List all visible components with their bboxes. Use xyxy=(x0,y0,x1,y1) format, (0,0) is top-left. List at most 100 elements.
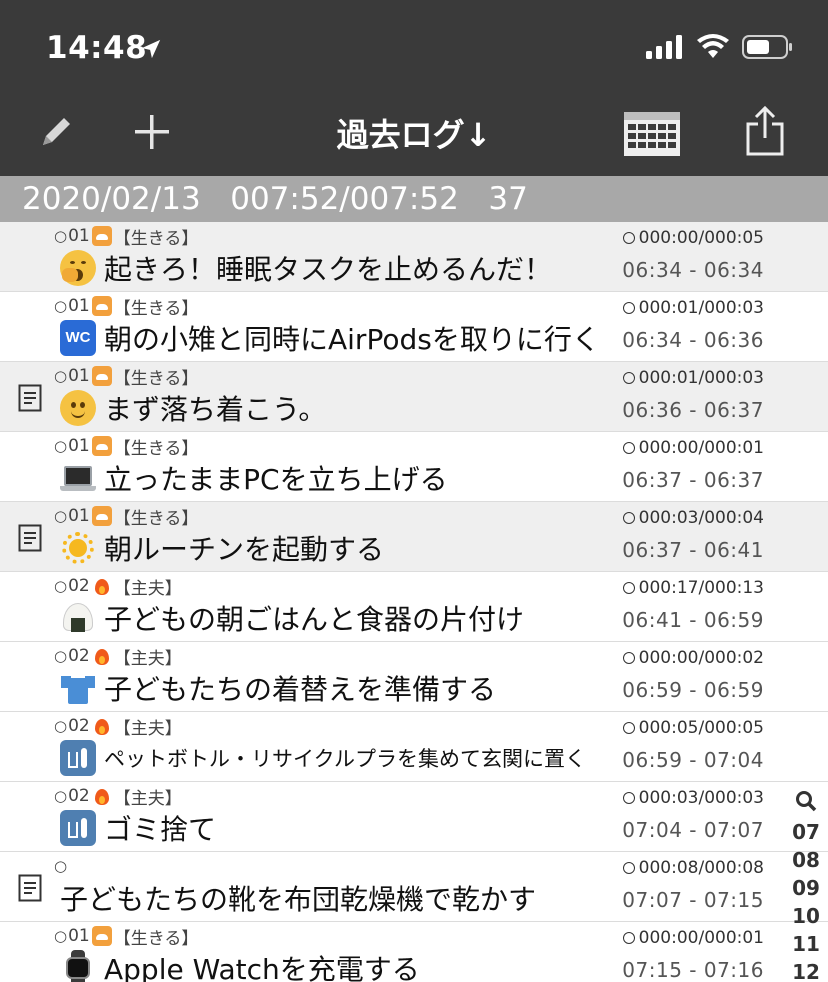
share-icon[interactable] xyxy=(744,106,786,156)
clock-circle-icon xyxy=(622,582,635,594)
side-index-hour[interactable]: 12 xyxy=(788,958,824,982)
task-title-line: 朝ルーチンを起動する xyxy=(60,528,384,568)
repeat-marker: ○ xyxy=(54,857,68,875)
task-duration: 000:05/000:05 xyxy=(622,718,764,738)
duration-text: 000:03/000:04 xyxy=(638,508,764,528)
task-level: 01 xyxy=(68,926,90,946)
duration-text: 000:00/000:05 xyxy=(638,228,764,248)
task-title: ゴミ捨て xyxy=(104,813,217,846)
status-indicators xyxy=(646,34,794,60)
clock-circle-icon xyxy=(622,442,635,454)
calendar-icon[interactable] xyxy=(622,108,682,158)
task-title-line: 子どもの朝ごはんと食器の片付け xyxy=(60,598,524,638)
duration-text: 000:08/000:08 xyxy=(638,858,764,878)
clock-circle-icon xyxy=(622,862,635,874)
task-duration: 000:00/000:05 xyxy=(622,228,764,248)
task-meta: ○ 02 【主夫】 xyxy=(54,574,182,599)
repeat-marker: ○ xyxy=(54,507,68,525)
side-index-hour[interactable]: 08 xyxy=(788,846,824,874)
task-row[interactable]: ○ 02 【主夫】ゴミ捨て 000:03/000:03 07:04 - 07:07 xyxy=(0,782,828,852)
task-title: 起きろ！睡眠タスクを止めるんだ！ xyxy=(104,253,553,286)
repeat-marker: ○ xyxy=(54,227,68,245)
task-title: 子どもたちの靴を布団乾燥機で乾かす xyxy=(60,883,537,916)
task-title-line: まず落ち着こう。 xyxy=(60,388,326,428)
task-meta: ○ 01 【生きる】 xyxy=(54,924,199,949)
duration-text: 000:17/000:13 xyxy=(638,578,764,598)
memo-icon[interactable] xyxy=(18,384,42,412)
duration-text: 000:03/000:03 xyxy=(638,788,764,808)
repeat-marker: ○ xyxy=(54,297,68,315)
sleep-icon xyxy=(91,506,112,526)
duration-text: 000:01/000:03 xyxy=(638,368,764,388)
watch-icon xyxy=(60,950,96,982)
task-category: 【生きる】 xyxy=(113,928,199,949)
duration-text: 000:00/000:01 xyxy=(638,438,764,458)
task-level: 02 xyxy=(68,576,90,596)
task-meta: ○ 02 【主夫】 xyxy=(54,714,182,739)
yawning-face-icon xyxy=(60,250,96,286)
task-level: 02 xyxy=(68,716,90,736)
task-row[interactable]: ○ 01 【生きる】 起きろ！睡眠タスクを止めるんだ！ 000:00/000:05 06:… xyxy=(0,222,828,292)
task-level: 01 xyxy=(68,436,90,456)
fire-icon xyxy=(92,646,112,666)
clock-circle-icon xyxy=(622,722,635,734)
task-row[interactable]: ○ 01 【生きる】 WC 朝の小雉と同時にAirPodsを取りに行く 000:01/00… xyxy=(0,292,828,362)
task-time-range: 07:04 - 07:07 xyxy=(622,818,764,842)
repeat-marker: ○ xyxy=(54,437,68,455)
task-meta: ○ 01 【生きる】 xyxy=(54,364,198,389)
task-meta: ○ 01 【生きる】 xyxy=(54,434,198,459)
task-row[interactable]: ○ 01 【生きる】 立ったままPCを立ち上げる 000:00/000:01 06:37 … xyxy=(0,432,828,502)
location-arrow-icon xyxy=(141,39,161,59)
repeat-marker: ○ xyxy=(54,647,68,665)
nav-title[interactable]: 過去ログ↓ xyxy=(0,110,828,156)
nav-bar: 過去ログ↓ xyxy=(0,96,828,176)
task-duration: 000:17/000:13 xyxy=(622,578,764,598)
duration-text: 000:05/000:05 xyxy=(638,718,764,738)
task-title-line: ゴミ捨て xyxy=(60,808,216,848)
side-index-hour[interactable]: 07 xyxy=(788,818,824,846)
task-duration: 000:03/000:03 xyxy=(622,788,764,808)
task-title-line: Apple Watchを充電する xyxy=(60,948,420,982)
task-title: Apple Watchを充電する xyxy=(104,953,420,982)
task-title: 朝の小雉と同時にAirPodsを取りに行く xyxy=(104,323,600,356)
side-index-hour[interactable]: 10 xyxy=(788,902,824,930)
task-duration: 000:08/000:08 xyxy=(622,858,764,878)
task-meta: ○ 02 【主夫】 xyxy=(54,784,182,809)
sleep-icon xyxy=(91,366,112,386)
status-bar: 14:48 xyxy=(0,0,828,96)
task-title: 立ったままPCを立ち上げる xyxy=(104,463,448,496)
duration-text: 000:00/000:01 xyxy=(638,928,764,948)
task-category: 【生きる】 xyxy=(113,298,199,319)
search-icon[interactable] xyxy=(795,790,817,812)
task-level: 01 xyxy=(68,366,90,386)
clock-circle-icon xyxy=(622,652,635,664)
memo-icon[interactable] xyxy=(18,874,42,902)
trash-icon xyxy=(60,740,96,776)
task-row[interactable]: ○ 01 【生きる】 Apple Watchを充電する 000:00/000:01 07:… xyxy=(0,922,828,982)
side-index-hour[interactable]: 09 xyxy=(788,874,824,902)
task-row[interactable]: ○ 02 【主夫】 ペットボトル・リサイクルプラを集めて玄関に置く 000:05/000… xyxy=(0,712,828,782)
task-category: 【主夫】 xyxy=(113,648,182,669)
task-meta: ○ 02 【主夫】 xyxy=(54,644,182,669)
task-row[interactable]: ○ 02 【主夫】 子どもたちの着替えを準備する 000:00/000:02 06:59 … xyxy=(0,642,828,712)
task-row[interactable]: ○ 02 【主夫】 子どもの朝ごはんと食器の片付け 000:17/000:13 06:41… xyxy=(0,572,828,642)
task-title-line: 子どもたちの靴を布団乾燥機で乾かす xyxy=(60,878,536,918)
task-level: 01 xyxy=(68,296,90,316)
clock-circle-icon xyxy=(622,302,635,314)
task-title-line: WC 朝の小雉と同時にAirPodsを取りに行く xyxy=(60,318,600,358)
memo-icon[interactable] xyxy=(18,524,42,552)
clock-circle-icon xyxy=(622,232,635,244)
fire-icon xyxy=(92,576,112,596)
task-row[interactable]: ○ 01 【生きる】 朝ルーチンを起動する 000:03/000:04 06:37 - 0… xyxy=(0,502,828,572)
task-row[interactable]: ○ 子どもたちの靴を布団乾燥機で乾かす 000:08/000:08 07:07 - 0… xyxy=(0,852,828,922)
task-meta: ○ 01 【生きる】 xyxy=(54,224,198,249)
side-index-hour[interactable]: 11 xyxy=(788,930,824,958)
duration-text: 000:01/000:03 xyxy=(638,298,764,318)
sun-icon xyxy=(60,530,96,566)
task-time-range: 06:34 - 06:36 xyxy=(622,328,764,352)
task-row[interactable]: ○ 01 【生きる】 まず落ち着こう。 000:01/000:03 06:36 - 06:… xyxy=(0,362,828,432)
laptop-icon xyxy=(60,460,96,496)
sleep-icon xyxy=(91,436,112,456)
task-time-range: 06:36 - 06:37 xyxy=(622,398,764,422)
onigiri-icon xyxy=(60,600,96,636)
